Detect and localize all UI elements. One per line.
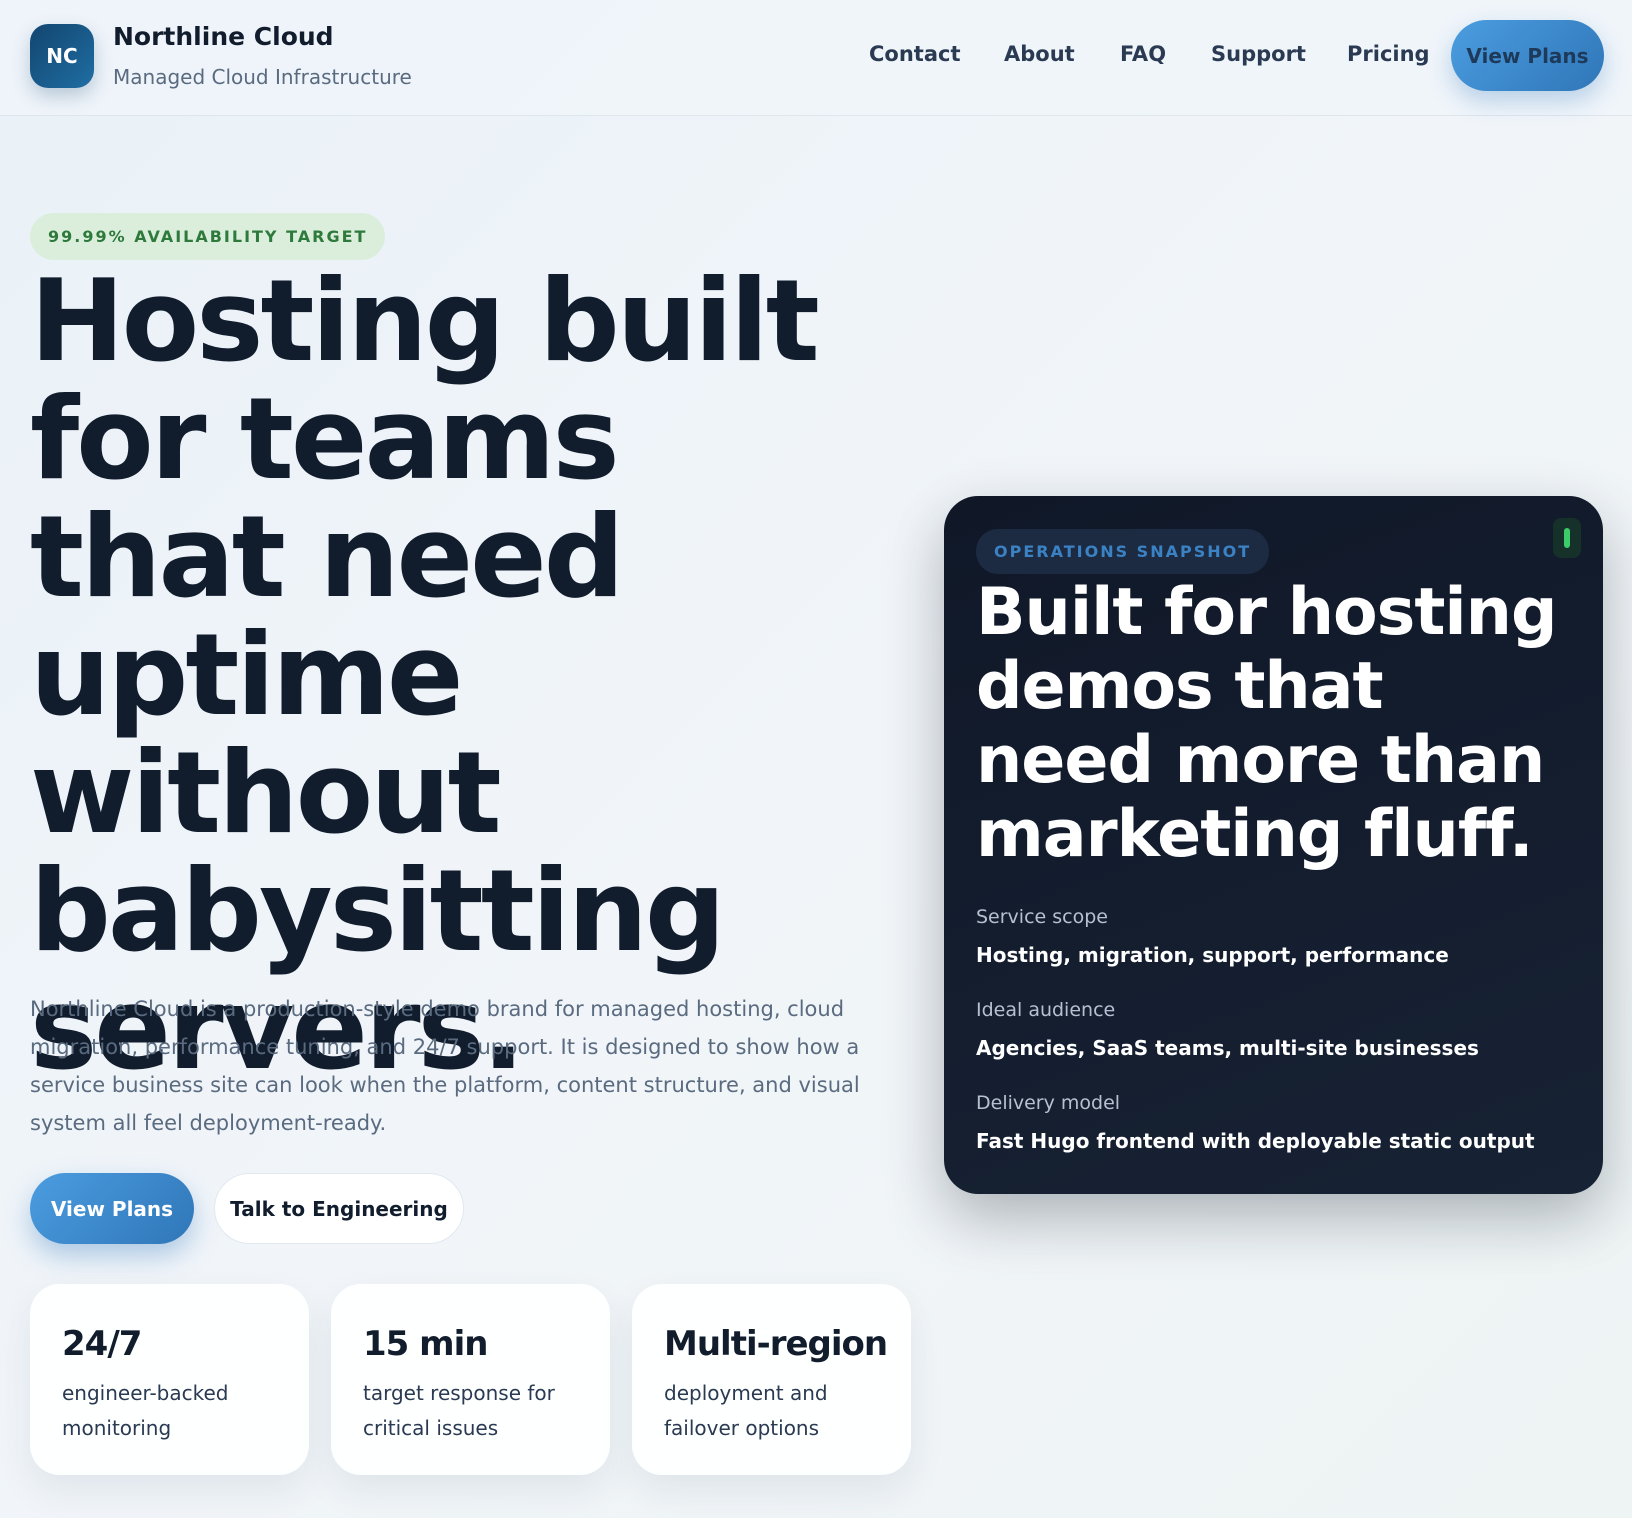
view-plans-button[interactable]: View Plans <box>30 1173 194 1244</box>
talk-to-engineering-button[interactable]: Talk to Engineering <box>214 1173 464 1244</box>
stat-card: 15 min target response for critical issu… <box>331 1284 610 1475</box>
nav-link-pricing[interactable]: Pricing <box>1347 42 1430 66</box>
stat-label: deployment and failover options <box>664 1381 828 1440</box>
stat-card: Multi-region deployment and failover opt… <box>632 1284 911 1475</box>
status-dot <box>1564 528 1570 548</box>
logo-badge[interactable]: NC <box>30 24 94 88</box>
stat-label: target response for critical issues <box>363 1381 555 1440</box>
stat-card: 24/7 engineer-backed monitoring <box>30 1284 309 1475</box>
stat-value: 15 min <box>363 1324 488 1364</box>
snapshot-title: Built for hosting demos that need more t… <box>976 575 1557 872</box>
service-scope-label: Service scope <box>976 906 1108 928</box>
stat-value: 24/7 <box>62 1324 142 1364</box>
delivery-model-label: Delivery model <box>976 1092 1121 1114</box>
stat-label: engineer-backed monitoring <box>62 1381 229 1440</box>
status-indicator-icon <box>1553 518 1581 558</box>
brand-name[interactable]: Northline Cloud <box>113 22 334 51</box>
availability-badge: 99.99% AVAILABILITY TARGET <box>30 213 386 260</box>
nav-link-contact[interactable]: Contact <box>869 42 961 66</box>
nav-link-about[interactable]: About <box>1004 42 1075 66</box>
site-header: NC Northline Cloud Managed Cloud Infrast… <box>0 0 1632 116</box>
service-scope-value: Hosting, migration, support, performance <box>976 943 1449 967</box>
nav-link-support[interactable]: Support <box>1211 42 1306 66</box>
delivery-model-value: Fast Hugo frontend with deployable stati… <box>976 1129 1535 1153</box>
ideal-audience-label: Ideal audience <box>976 999 1116 1021</box>
hero-description: Northline Cloud is a production-style de… <box>30 997 860 1135</box>
operations-snapshot-badge: OPERATIONS SNAPSHOT <box>976 529 1270 574</box>
header-view-plans-button[interactable]: View Plans <box>1451 20 1604 91</box>
brand-tagline: Managed Cloud Infrastructure <box>113 65 412 89</box>
stat-value: Multi-region <box>664 1324 888 1364</box>
operations-snapshot-card: OPERATIONS SNAPSHOT Built for hosting de… <box>944 496 1603 1194</box>
nav-link-faq[interactable]: FAQ <box>1120 42 1166 66</box>
ideal-audience-value: Agencies, SaaS teams, multi-site busines… <box>976 1036 1479 1060</box>
hero-title: Hosting built for teams that need uptime… <box>30 255 820 1095</box>
